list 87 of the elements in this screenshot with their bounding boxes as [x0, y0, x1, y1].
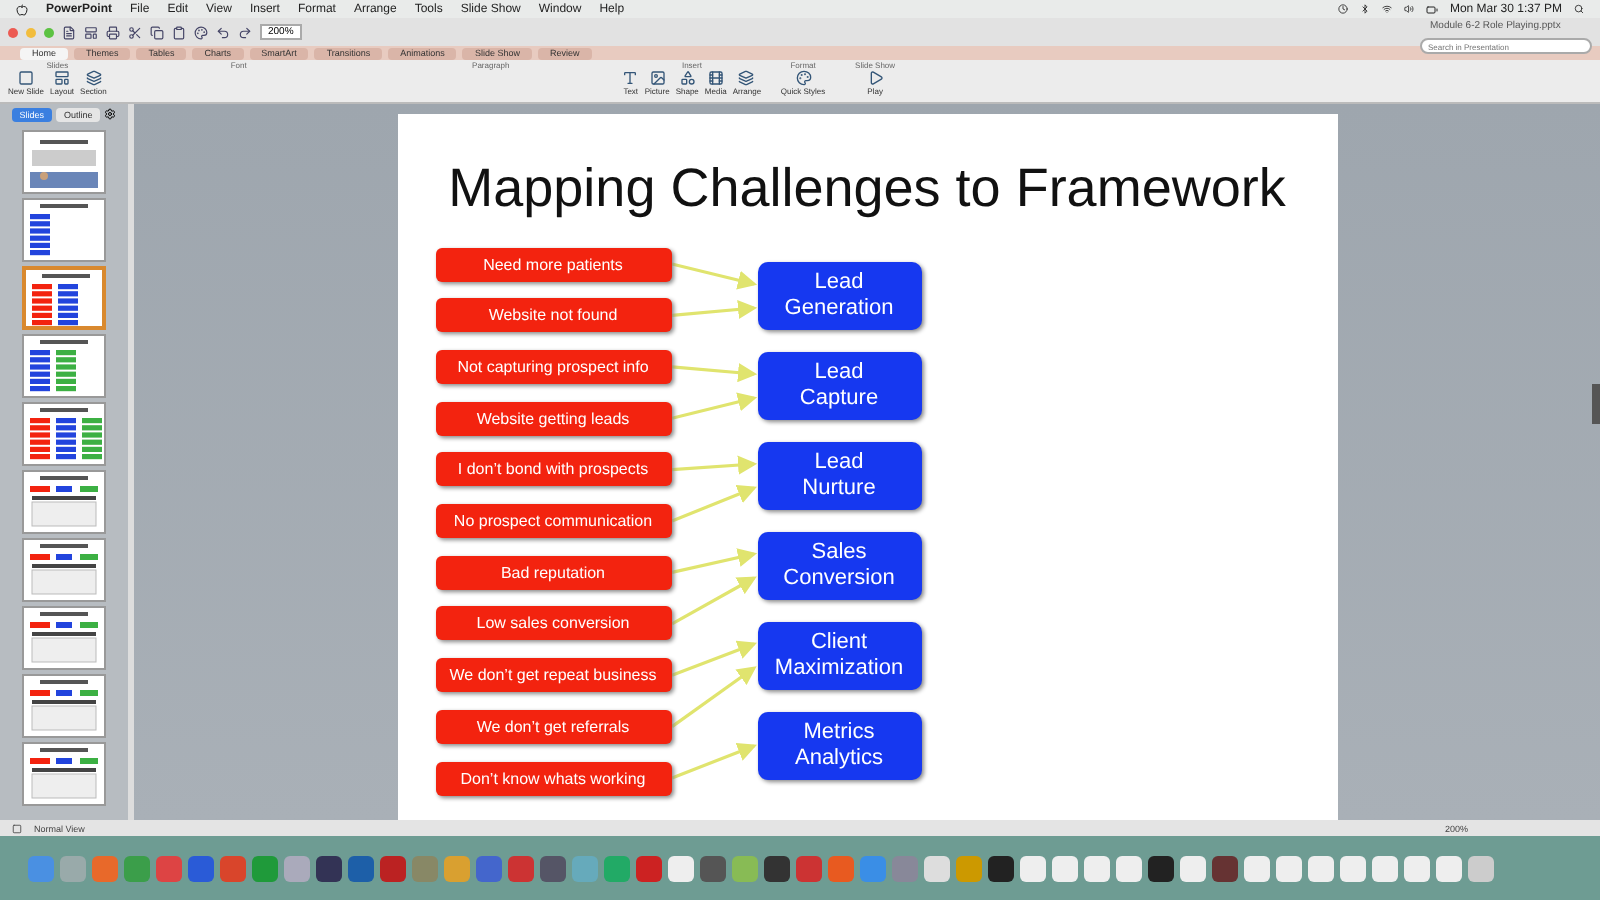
app-icon[interactable]: [764, 855, 790, 881]
framework-box: Lead Generation: [757, 262, 921, 330]
app-icon[interactable]: [988, 855, 1014, 881]
toolbar-icon[interactable]: [172, 25, 186, 39]
slide-thumbnail[interactable]: [22, 742, 106, 806]
slide-thumbnail[interactable]: [22, 606, 106, 670]
app-icon[interactable]: [1020, 855, 1046, 881]
close-button[interactable]: [8, 27, 18, 37]
slide-thumbnail[interactable]: [22, 130, 106, 194]
slide-icon: [18, 70, 34, 86]
arrow: [670, 299, 757, 319]
shapes-icon: [679, 70, 696, 86]
slide-thumbnail[interactable]: [22, 470, 106, 534]
app-icon[interactable]: [540, 855, 566, 881]
app-icon[interactable]: [1404, 855, 1430, 881]
challenge-box: We don’t get referrals: [435, 709, 671, 744]
challenge-box: Low sales conversion: [435, 606, 671, 641]
slide-thumbnail[interactable]: [22, 402, 106, 466]
normal-view-icon[interactable]: [12, 823, 22, 833]
challenge-box: Website not found: [435, 298, 671, 333]
toolbar-icon[interactable]: [62, 25, 76, 39]
film-icon: [707, 70, 724, 86]
app-icon[interactable]: [1244, 855, 1270, 881]
slide-thumbnail[interactable]: [22, 674, 106, 738]
arrow: [670, 485, 756, 523]
app-icon[interactable]: [1148, 855, 1174, 881]
app-icon[interactable]: [1212, 855, 1238, 881]
clock-icon[interactable]: [1337, 4, 1348, 14]
app-icon[interactable]: [700, 855, 726, 881]
app-icon[interactable]: [1116, 855, 1142, 881]
slide-thumbnail[interactable]: [22, 334, 106, 398]
settings-icon[interactable]: [104, 108, 117, 120]
app-icon[interactable]: [1180, 855, 1206, 881]
bluetooth-icon[interactable]: [1359, 4, 1370, 14]
framework-box: Sales Conversion: [757, 532, 921, 600]
apple-icon[interactable]: [16, 3, 28, 15]
volume-icon[interactable]: [1403, 4, 1414, 14]
framework-box: Lead Nurture: [757, 442, 921, 510]
app-icon[interactable]: [1372, 855, 1398, 881]
app-icon[interactable]: [1276, 855, 1302, 881]
app-icon[interactable]: [1084, 855, 1110, 881]
play-icon: [867, 70, 884, 86]
layout-icon: [54, 70, 71, 86]
slide-thumbnail[interactable]: [22, 198, 106, 262]
toolbar-icon[interactable]: [194, 25, 208, 39]
layers-icon: [738, 70, 755, 86]
toolbar-icon[interactable]: [128, 25, 142, 39]
palette-icon: [795, 70, 812, 86]
toolbar-icon[interactable]: [238, 25, 252, 39]
app-icon[interactable]: [1052, 855, 1078, 881]
challenge-box: No prospect communication: [435, 504, 671, 538]
challenge-box: Bad reputation: [435, 555, 671, 590]
arrow: [670, 455, 757, 475]
wifi-icon[interactable]: [1381, 4, 1392, 14]
text-icon: [622, 70, 639, 86]
app-icon[interactable]: [1436, 855, 1462, 881]
toolbar-icon[interactable]: [216, 25, 230, 39]
challenge-box: Don’t know whats working: [435, 761, 671, 795]
arrow: [670, 392, 757, 420]
framework-box: Metrics Analytics: [757, 712, 921, 780]
zoom-button[interactable]: [44, 27, 54, 37]
image-icon: [649, 70, 666, 86]
arrow: [670, 262, 757, 290]
toolbar-icon[interactable]: [106, 25, 120, 39]
layers-icon: [85, 70, 102, 86]
app-icon[interactable]: [1308, 855, 1334, 881]
toolbar-icon[interactable]: [150, 25, 164, 39]
challenge-box: Website getting leads: [435, 401, 671, 436]
app-icon[interactable]: [316, 855, 342, 881]
arrow: [670, 363, 757, 383]
framework-box: Lead Capture: [757, 352, 921, 420]
challenge-box: I don’t bond with prospects: [435, 452, 671, 487]
search-icon[interactable]: [1574, 4, 1584, 14]
scrollbar[interactable]: [1592, 384, 1600, 424]
challenge-box: Not capturing prospect info: [435, 349, 671, 384]
app-icon[interactable]: [668, 855, 694, 881]
slide-thumbnail[interactable]: [22, 266, 106, 330]
minimize-button[interactable]: [26, 27, 36, 37]
battery-icon[interactable]: [1425, 3, 1438, 15]
challenge-box: We don’t get repeat business: [435, 658, 671, 693]
toolbar-icon[interactable]: [84, 25, 98, 39]
framework-box: Client Maximization: [757, 622, 921, 690]
slide-thumbnail[interactable]: [22, 538, 106, 602]
slide-title: Mapping Challenges to Framework: [446, 156, 1288, 220]
arrow: [670, 742, 756, 780]
app-icon[interactable]: [1340, 855, 1366, 881]
challenge-box: Need more patients: [435, 247, 671, 281]
